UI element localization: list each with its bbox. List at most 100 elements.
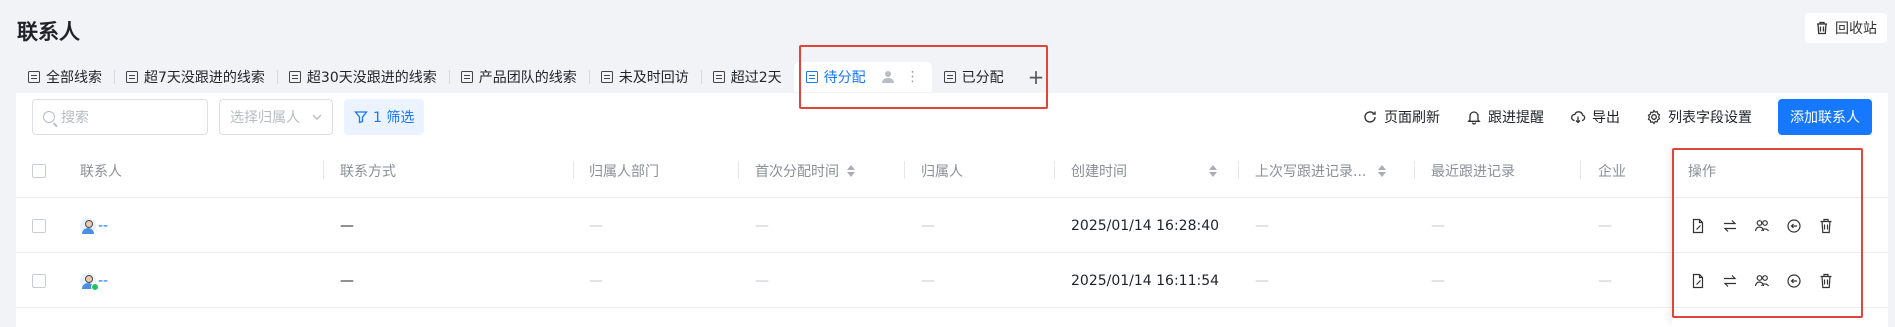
column-settings-label: 列表字段设置 xyxy=(1668,110,1752,126)
column-header-label: 创建时间 xyxy=(1071,163,1127,180)
tab-label: 超30天没跟进的线索 xyxy=(306,70,437,86)
filter-button[interactable]: 1 筛选 xyxy=(344,99,425,135)
page-title: 联系人 xyxy=(17,20,80,44)
add-tab-button[interactable]: + xyxy=(1028,65,1045,89)
refresh-icon xyxy=(1364,111,1376,123)
select-all-cell xyxy=(32,143,72,198)
transfer-icon[interactable] xyxy=(1722,218,1738,234)
contacts-page: 联系人 回收站 全部线索 超7天没跟进的线索 超30天没跟进的线索 产品团队的线… xyxy=(0,0,1895,327)
trash-icon xyxy=(1817,21,1827,35)
return-icon[interactable] xyxy=(1786,273,1802,289)
contact-method-cell: — xyxy=(340,217,354,234)
contact-cell[interactable]: -- xyxy=(80,253,108,308)
column-header-first-assign-time[interactable]: 首次分配时间 xyxy=(755,143,905,198)
list-icon xyxy=(288,71,301,83)
followup-reminder-label: 跟进提醒 xyxy=(1488,110,1544,126)
sort-icon[interactable] xyxy=(847,164,855,177)
owner-cell: — xyxy=(921,272,935,289)
bell-icon xyxy=(1467,111,1481,125)
refresh-label: 页面刷新 xyxy=(1384,110,1440,126)
column-header-contact[interactable]: 联系人 xyxy=(80,143,324,198)
contacts-table: 联系人 联系方式 归属人部门 首次分配时间 归属人 创建时间 上次写跟进记录..… xyxy=(16,143,1888,327)
follow-up-record-icon[interactable] xyxy=(1690,218,1706,234)
owner-dept-cell: — xyxy=(589,272,603,289)
tab-label: 超7天没跟进的线索 xyxy=(144,70,265,86)
return-icon[interactable] xyxy=(1786,218,1802,234)
tab-label: 待分配 xyxy=(823,70,866,86)
list-icon xyxy=(943,71,956,83)
transfer-icon[interactable] xyxy=(1722,273,1738,289)
contact-method-cell: — xyxy=(340,272,354,289)
column-header-label: 上次写跟进记录... xyxy=(1255,163,1367,180)
company-cell: — xyxy=(1598,272,1612,289)
tab-pending-assignment[interactable]: 待分配 ⋮ xyxy=(793,62,932,92)
table-header-row: 联系人 联系方式 归属人部门 首次分配时间 归属人 创建时间 上次写跟进记录..… xyxy=(16,143,1888,198)
column-header-created-time[interactable]: 创建时间 xyxy=(1071,143,1239,198)
contact-name-link[interactable]: -- xyxy=(98,218,108,234)
column-header-owner[interactable]: 归属人 xyxy=(921,143,1055,198)
delete-icon[interactable] xyxy=(1818,218,1834,234)
recycle-bin-button[interactable]: 回收站 xyxy=(1805,13,1887,43)
sort-icon[interactable] xyxy=(1209,164,1217,177)
search-placeholder: 搜索 xyxy=(61,110,89,126)
toolbar: 搜索 选择归属人 1 筛选 页面刷新 跟进提醒 导出 列表字段设置 添加联系人 xyxy=(16,93,1888,143)
last-followup-write-cell: — xyxy=(1255,217,1269,234)
column-header-contact-method[interactable]: 联系方式 xyxy=(340,143,574,198)
created-time-cell: 2025/01/14 16:28:40 xyxy=(1071,217,1220,234)
select-all-checkbox[interactable] xyxy=(32,163,46,178)
add-contact-button[interactable]: 添加联系人 xyxy=(1778,99,1872,135)
export-button[interactable]: 导出 xyxy=(1570,107,1620,127)
delete-icon[interactable] xyxy=(1818,273,1834,289)
owner-select[interactable]: 选择归属人 xyxy=(219,99,333,135)
refresh-button[interactable]: 页面刷新 xyxy=(1362,107,1440,127)
row-select-cell xyxy=(32,198,72,253)
company-cell: — xyxy=(1598,217,1612,234)
contact-cell[interactable]: -- xyxy=(80,198,108,253)
gear-icon xyxy=(1647,109,1661,125)
table-row[interactable]: -- — — — — 2025/01/14 16:28:40 — — — xyxy=(16,198,1888,253)
tab-all-leads[interactable]: 全部线索 xyxy=(16,62,114,92)
actions-header-row: 操作 xyxy=(1672,143,1888,198)
table-row[interactable]: -- — — — — 2025/01/14 16:11:54 — — — xyxy=(16,253,1888,308)
owner-select-placeholder: 选择归属人 xyxy=(230,110,300,126)
assign-owner-icon[interactable] xyxy=(1754,218,1770,234)
search-icon xyxy=(43,111,55,123)
toolbar-actions: 页面刷新 跟进提醒 导出 列表字段设置 添加联系人 xyxy=(1362,99,1872,135)
user-icon[interactable] xyxy=(881,71,894,83)
followup-reminder-button[interactable]: 跟进提醒 xyxy=(1466,107,1544,127)
contact-name-link[interactable]: -- xyxy=(98,273,108,289)
list-icon xyxy=(712,71,725,83)
sort-icon[interactable] xyxy=(1378,164,1387,177)
filter-label: 1 筛选 xyxy=(373,110,415,126)
follow-up-record-icon[interactable] xyxy=(1690,273,1706,289)
column-header-owner-dept[interactable]: 归属人部门 xyxy=(589,143,739,198)
column-settings-button[interactable]: 列表字段设置 xyxy=(1646,107,1752,127)
tab-over-2-days[interactable]: 超过2天 xyxy=(700,62,794,92)
row-checkbox[interactable] xyxy=(32,218,46,233)
row-checkbox[interactable] xyxy=(32,273,46,288)
assign-owner-icon[interactable] xyxy=(1754,273,1770,289)
tab-label: 全部线索 xyxy=(46,70,102,86)
tab-7-days-no-followup[interactable]: 超7天没跟进的线索 xyxy=(114,62,277,92)
tab-label: 未及时回访 xyxy=(618,70,689,86)
created-time-cell: 2025/01/14 16:11:54 xyxy=(1071,272,1220,289)
last-followup-write-cell: — xyxy=(1255,272,1269,289)
chevron-down-icon xyxy=(312,114,322,120)
more-vertical-icon[interactable]: ⋮ xyxy=(906,69,920,85)
search-input[interactable]: 搜索 xyxy=(32,99,208,135)
column-header-label: 首次分配时间 xyxy=(755,163,839,180)
tab-product-team-leads[interactable]: 产品团队的线索 xyxy=(448,62,589,92)
first-assign-time-cell: — xyxy=(755,217,769,234)
tab-30-days-no-followup[interactable]: 超30天没跟进的线索 xyxy=(276,62,449,92)
column-header-recent-followup[interactable]: 最近跟进记录 xyxy=(1431,143,1581,198)
avatar xyxy=(80,272,99,291)
recent-followup-cell: — xyxy=(1431,272,1445,289)
tab-not-revisited[interactable]: 未及时回访 xyxy=(588,62,701,92)
recycle-bin-label: 回收站 xyxy=(1835,21,1877,37)
actions-column: 操作 xyxy=(1672,143,1888,327)
avatar xyxy=(80,217,96,234)
tab-assigned[interactable]: 已分配 xyxy=(932,62,1016,92)
list-icon xyxy=(600,71,613,83)
owner-cell: — xyxy=(921,217,935,234)
column-header-last-followup-write[interactable]: 上次写跟进记录... xyxy=(1255,143,1415,198)
